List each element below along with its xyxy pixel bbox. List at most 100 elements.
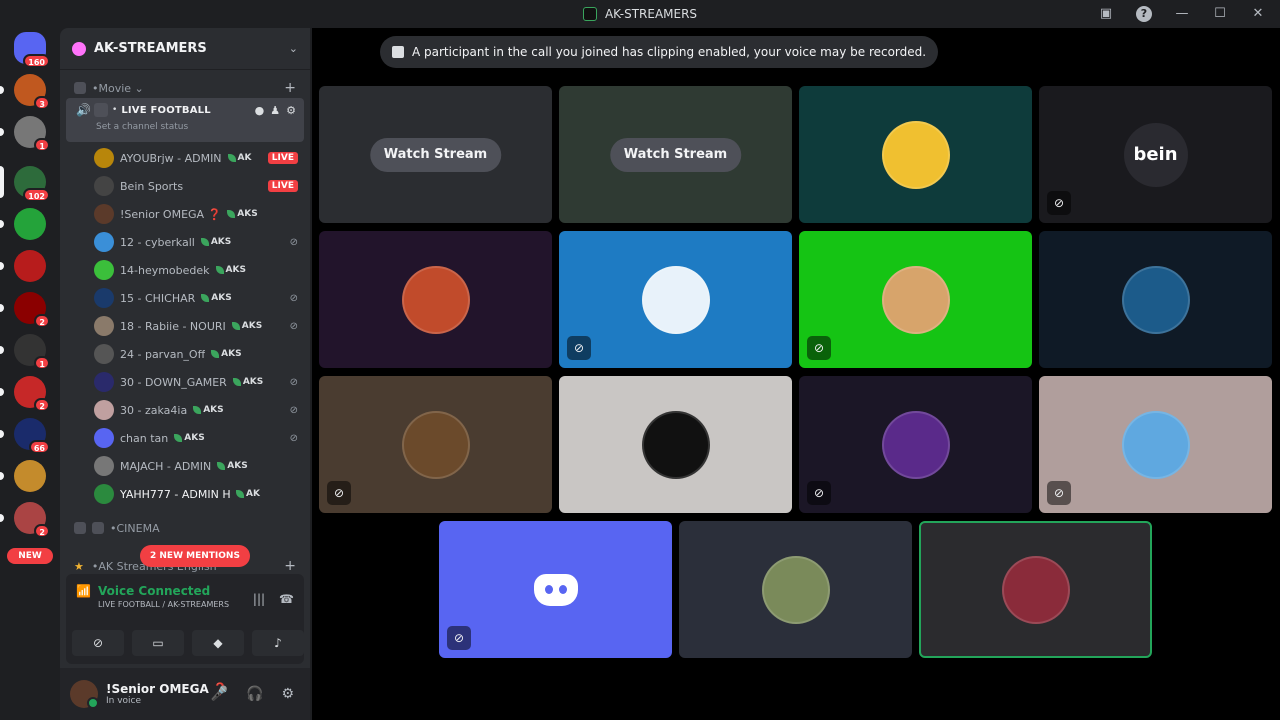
voice-channel-live-football[interactable]: 🔊 • LIVE FOOTBALL ● ♟ ⚙ Set a channel st… (66, 98, 304, 142)
minimize-icon[interactable]: — (1174, 6, 1190, 22)
server-icon[interactable]: 3 (14, 74, 50, 110)
voice-member[interactable]: 30 - DOWN_GAMER AKS ⊘ (94, 370, 304, 394)
member-name: YAHH777 - ADMIN HELPER (120, 487, 230, 501)
server-icon[interactable] (14, 208, 46, 240)
server-icon[interactable]: 2 (14, 292, 50, 328)
live-badge: LIVE (267, 180, 298, 192)
noise-suppression-icon[interactable]: ||| (253, 592, 265, 606)
soundboard-button[interactable]: ♪ (252, 630, 304, 656)
avatar[interactable] (70, 680, 99, 709)
avatar (1001, 555, 1070, 624)
participant-tile[interactable] (679, 521, 912, 658)
camera-off-button[interactable]: ⊘ (72, 630, 124, 656)
mention-badge: 66 (28, 440, 50, 454)
invite-icon[interactable]: ♟ (270, 104, 280, 117)
add-channel-icon[interactable]: + (284, 558, 296, 574)
new-mentions-pill[interactable]: 2 NEW MENTIONS (140, 545, 250, 567)
voice-member[interactable]: AYOUBrjw - ADMIN AK LIVE (94, 146, 304, 170)
channel-cinema[interactable]: • CINEMA (60, 518, 310, 538)
participant-tile[interactable]: Watch Stream (559, 86, 792, 223)
server-icon[interactable] (14, 460, 46, 492)
voice-member[interactable]: 18 - Rabiie - NOURI AKS ⊘ (94, 314, 304, 338)
voice-member[interactable]: 24 - parvan_Off AKS (94, 342, 304, 366)
server-icon[interactable]: 1 (14, 334, 50, 370)
maximize-icon[interactable]: ☐ (1212, 6, 1228, 22)
speaker-icon: 🔊 (76, 103, 91, 117)
gear-icon[interactable]: ⚙ (281, 686, 294, 702)
headphones-icon[interactable]: 🎧 (246, 686, 263, 702)
chevron-down-icon[interactable]: ⌄ (289, 42, 298, 55)
server-icon[interactable]: 160 (14, 32, 50, 68)
disconnect-icon[interactable]: ☎ (279, 592, 294, 606)
signal-icon[interactable]: 📶 (76, 584, 91, 598)
mention-badge: 3 (34, 96, 50, 110)
discord-logo-icon (533, 573, 578, 606)
muted-icon: ⊘ (289, 292, 298, 304)
voice-member[interactable]: !Senior OMEGA ❓ AKS (94, 202, 304, 226)
voice-member[interactable]: Bein Sports LIVE (94, 174, 304, 198)
server-icon[interactable]: 66 (14, 418, 50, 454)
category-movie[interactable]: • Movie ⌄ + (60, 78, 310, 98)
inbox-icon[interactable]: ▣ (1098, 6, 1114, 22)
participant-tile[interactable]: ⊘ (319, 376, 552, 513)
participant-tile[interactable]: ⊘ (799, 231, 1032, 368)
member-name: 30 - zaka4ia (120, 403, 188, 417)
muted-icon: ⊘ (289, 320, 298, 332)
voice-member[interactable]: chan tan AKS ⊘ (94, 426, 304, 450)
microphone-icon[interactable]: 🎤 (211, 686, 228, 702)
participant-tile[interactable]: ⊘ (1039, 376, 1272, 513)
member-name: !Senior OMEGA ❓ (120, 207, 222, 221)
voice-channel-name: LIVE FOOTBALL (121, 104, 211, 116)
avatar (761, 555, 830, 624)
participant-tile[interactable]: bein ⊘ (1039, 86, 1272, 223)
participant-tile[interactable]: Watch Stream (319, 86, 552, 223)
channel-label: CINEMA (116, 521, 160, 535)
muted-icon: ⊘ (289, 236, 298, 248)
muted-icon: ⊘ (567, 336, 591, 360)
voice-member[interactable]: 14-heymobedek AKS (94, 258, 304, 282)
participant-tile[interactable]: ⊘ (559, 231, 792, 368)
unread-indicator (0, 430, 4, 438)
voice-member[interactable]: YAHH777 - ADMIN HELPER AK (94, 482, 304, 506)
participant-tile[interactable]: ⊘ (799, 376, 1032, 513)
server-icon[interactable]: 1 (14, 116, 50, 152)
voice-member[interactable]: 30 - zaka4ia AKS ⊘ (94, 398, 304, 422)
participant-tile[interactable] (919, 521, 1152, 658)
new-unreads-pill[interactable]: NEW (7, 548, 53, 564)
server-header[interactable]: AK-STREAMERS ⌄ (60, 28, 310, 70)
server-tag: AK (236, 489, 260, 499)
activity-button[interactable]: ◆ (192, 630, 244, 656)
close-icon[interactable]: ✕ (1250, 6, 1266, 22)
server-icon[interactable]: 2 (14, 502, 50, 538)
participant-tile[interactable] (1039, 231, 1272, 368)
help-icon[interactable]: ? (1136, 6, 1152, 22)
voice-member[interactable]: MAJACH - ADMIN AKS (94, 454, 304, 478)
server-tag-label: AK (237, 153, 252, 163)
avatar (94, 484, 114, 504)
voice-stage: A participant in the call you joined has… (312, 28, 1280, 720)
settings-icon[interactable]: ⚙ (286, 104, 296, 117)
screen-share-button[interactable]: ▭ (132, 630, 184, 656)
member-name: AYOUBrjw - ADMIN (120, 151, 222, 165)
member-name: Bein Sports (120, 179, 184, 193)
server-icon[interactable]: 102 (14, 166, 50, 202)
mention-badge: 2 (34, 314, 50, 328)
unread-indicator (0, 472, 4, 480)
channel-sidebar: AK-STREAMERS ⌄ • Movie ⌄ + 🔊 • LIVE FOOT… (60, 28, 310, 720)
voice-member[interactable]: 12 - cyberkall AKS ⊘ (94, 230, 304, 254)
channel-status[interactable]: Set a channel status (66, 122, 304, 132)
server-icon[interactable] (14, 250, 46, 282)
add-channel-icon[interactable]: + (284, 80, 296, 96)
participant-tile[interactable]: ⊘ (439, 521, 672, 658)
leaf-icon (227, 154, 236, 162)
participant-tile[interactable] (319, 231, 552, 368)
server-icon[interactable]: 2 (14, 376, 50, 412)
participant-tile[interactable] (799, 86, 1032, 223)
watch-stream-button[interactable]: Watch Stream (609, 137, 742, 172)
chat-icon[interactable]: ● (255, 104, 265, 117)
voice-connected-label[interactable]: Voice Connected (98, 584, 210, 598)
watch-stream-button[interactable]: Watch Stream (369, 137, 502, 172)
unread-indicator (0, 346, 4, 354)
participant-tile[interactable] (559, 376, 792, 513)
voice-member[interactable]: 15 - CHICHAR AKS ⊘ (94, 286, 304, 310)
